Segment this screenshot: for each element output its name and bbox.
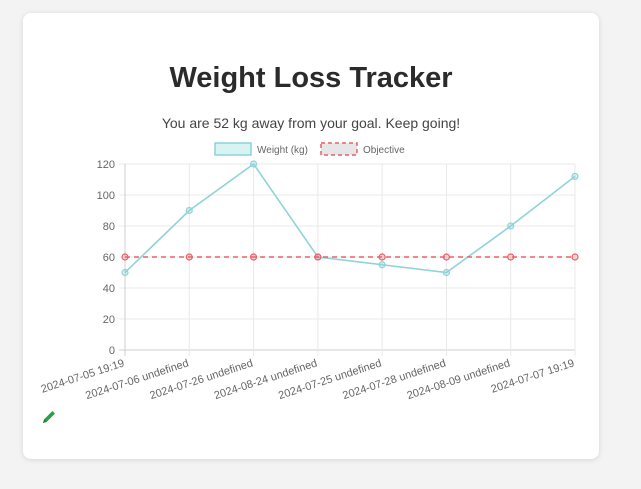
pencil-icon — [43, 411, 55, 423]
y-tick-label: 80 — [103, 221, 115, 233]
objective-point — [185, 253, 193, 261]
weight-point — [249, 160, 258, 168]
y-tick-label: 0 — [109, 345, 115, 357]
weight-point — [185, 206, 193, 215]
legend-label: Weight (kg) — [257, 145, 308, 156]
objective-point — [442, 253, 451, 261]
legend-swatch — [214, 142, 252, 156]
objective-point — [249, 253, 258, 261]
weight-point — [442, 268, 451, 277]
objective-point — [507, 253, 515, 261]
weight-point — [378, 261, 386, 269]
legend-swatch — [320, 142, 358, 156]
objective-point — [378, 253, 386, 261]
weight-point — [121, 268, 129, 277]
weight-point — [507, 222, 515, 230]
y-tick-label: 120 — [97, 159, 115, 171]
weight-chart: Weight (kg) Objective 0204060801001202024… — [40, 142, 579, 402]
y-tick-label: 60 — [103, 252, 115, 264]
objective-point — [571, 253, 579, 261]
legend-label: Objective — [363, 145, 405, 156]
y-tick-label: 40 — [103, 283, 115, 295]
objective-point — [121, 253, 129, 261]
y-tick-label: 20 — [103, 314, 115, 326]
weight-point — [571, 172, 579, 180]
edit-button[interactable] — [40, 408, 58, 426]
objective-point — [314, 253, 322, 261]
y-tick-label: 100 — [97, 190, 115, 202]
